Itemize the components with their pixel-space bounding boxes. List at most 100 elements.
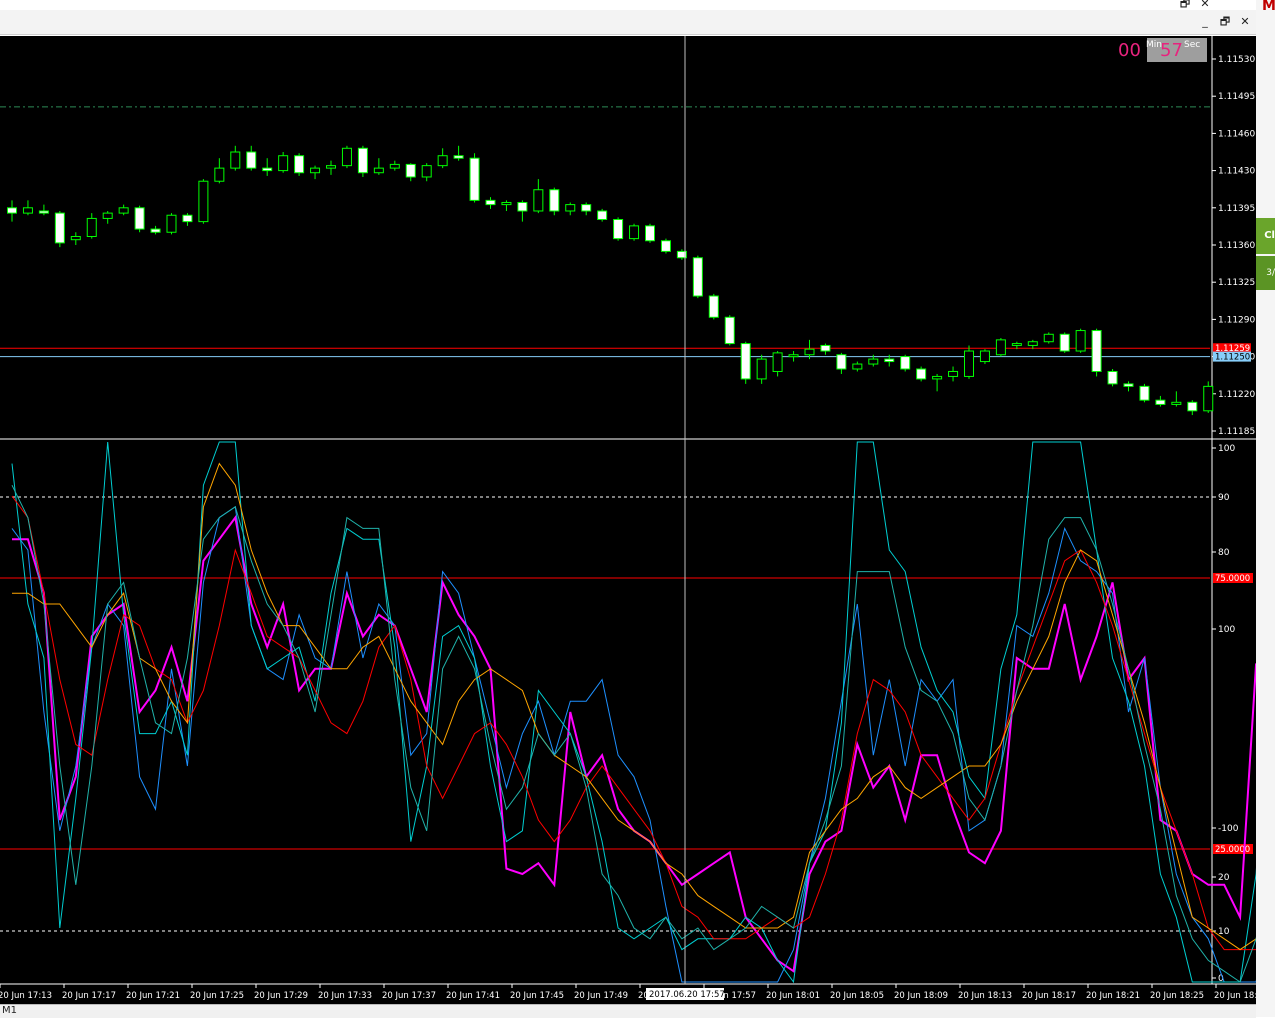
time-tick-label: 20 Jun 18:09	[894, 991, 948, 1001]
candle-body	[70, 235, 81, 241]
time-tick-label: 20 Jun 18:05	[830, 991, 884, 1001]
candle-body	[246, 151, 257, 169]
candle-body	[102, 212, 113, 219]
candle-body	[437, 155, 448, 167]
price-tick-label: 1.11185	[1218, 427, 1255, 437]
price-tick-label: 1.11220	[1218, 390, 1255, 400]
osc-tick-label: -100	[1218, 824, 1239, 834]
candle-body	[134, 207, 145, 230]
candle-body	[645, 225, 655, 242]
time-tick-label: 20 Jun 17:45	[510, 991, 564, 1001]
candle-body	[979, 350, 990, 363]
candle-body	[740, 343, 751, 380]
candle-body	[756, 358, 767, 380]
candle-body	[230, 151, 241, 169]
time-tick-label: 20 Jun 18:01	[766, 991, 820, 1001]
time-tick-label: 20 Jun 17:49	[574, 991, 628, 1001]
side-tab-close[interactable]: Cl	[1256, 218, 1275, 254]
candle-body	[1187, 401, 1198, 412]
timer-seconds: 57	[1160, 40, 1183, 61]
candle-body	[772, 352, 783, 372]
status-bar: M1	[0, 1004, 1256, 1018]
candle-body	[788, 354, 799, 358]
candle-body	[310, 167, 321, 174]
candle-body	[660, 240, 671, 252]
candle-body	[948, 370, 959, 377]
candle-body	[1011, 343, 1022, 346]
osc-tick-label: 90	[1218, 493, 1230, 503]
candle-body	[453, 155, 464, 159]
price-tick-label: 1.11530	[1218, 55, 1255, 65]
price-tick-label: 1.11495	[1218, 92, 1255, 102]
time-tick-label: 20 Jun 17:13	[0, 991, 52, 1001]
osc-level-label: 75.0000	[1215, 574, 1250, 584]
time-tick-label: 20 Jun 17:37	[382, 991, 436, 1001]
price-level-label: 1.11250	[1215, 353, 1250, 363]
price-tick-label: 1.11460	[1218, 129, 1255, 139]
candle-body	[1075, 330, 1086, 352]
minimize-button[interactable]: _	[1196, 13, 1214, 31]
candle-body	[1059, 333, 1070, 352]
candle-body	[708, 295, 719, 318]
chart-background	[0, 36, 1256, 1004]
candle-body	[613, 218, 624, 240]
candle-body	[581, 204, 592, 212]
candle-body	[852, 363, 863, 370]
candle-body	[294, 155, 305, 174]
candle-body	[629, 225, 640, 240]
osc-tick-label: 80	[1218, 548, 1230, 558]
time-tick-label: 20 Jun 17:17	[62, 991, 116, 1001]
osc-tick-label: 100	[1218, 444, 1235, 454]
time-tick-label: 20 Jun 18:17	[1022, 991, 1076, 1001]
candle-body	[150, 228, 161, 233]
candle-body	[804, 348, 815, 356]
candle-body	[278, 155, 289, 172]
candle-body	[373, 167, 384, 174]
timer-seconds-label: Sec	[1184, 40, 1201, 50]
candle-body	[118, 207, 129, 214]
timer-minutes: 00	[1118, 40, 1141, 61]
price-tick-label: 1.11430	[1218, 167, 1255, 177]
candle-body	[326, 165, 336, 169]
app-restore-button[interactable]: 🗗	[1176, 0, 1194, 13]
candle-body	[485, 199, 496, 206]
time-tick-label: 20 Jun 17:41	[446, 991, 500, 1001]
candle-body	[868, 358, 879, 365]
price-tick-label: 1.11360	[1218, 241, 1255, 251]
timeframe-label: M1	[2, 1005, 17, 1016]
time-tick-label: 20 Jun 17:29	[254, 991, 308, 1001]
candle-body	[565, 204, 576, 212]
restore-button[interactable]: 🗗	[1216, 13, 1234, 31]
app-close-button[interactable]: ✕	[1196, 0, 1214, 13]
candle-body	[214, 167, 225, 182]
candle-body	[884, 358, 895, 363]
candle-body	[86, 217, 97, 237]
candle-body	[533, 189, 544, 212]
chart-canvas[interactable]: 1.11530 1.11495 1.11460 1.11430 1.11395 1.113…	[0, 36, 1256, 1004]
candle-body	[597, 210, 608, 220]
candle-body	[421, 165, 432, 178]
close-button[interactable]: ✕	[1236, 13, 1254, 31]
candle-body	[341, 147, 352, 167]
candle-body	[836, 354, 847, 370]
candle-body	[469, 157, 480, 201]
candle-body	[964, 350, 974, 377]
side-tab-secondary[interactable]: 3/	[1256, 256, 1275, 290]
candle-body	[38, 210, 49, 214]
osc-tick-label: 20	[1218, 873, 1230, 883]
price-tick-label: 1.11325	[1218, 278, 1255, 288]
price-tick-label: 1.11290	[1218, 315, 1255, 325]
osc-tick-label: 100	[1218, 625, 1235, 635]
candle-body	[357, 147, 368, 174]
candle-body	[1171, 401, 1182, 405]
time-tick-label: 20 Jun 18:29	[1214, 991, 1256, 1001]
candle-body	[7, 207, 17, 214]
candle-body	[22, 207, 33, 214]
candle-body	[932, 375, 943, 380]
candle-body	[517, 201, 528, 212]
candle-body	[1139, 385, 1150, 401]
time-tick-label: 20 Jun 17:21	[126, 991, 180, 1001]
crosshair-time-label: 2017.06.20 17:57	[649, 990, 725, 1000]
candle-body	[1027, 341, 1038, 346]
candle-body	[262, 167, 273, 172]
